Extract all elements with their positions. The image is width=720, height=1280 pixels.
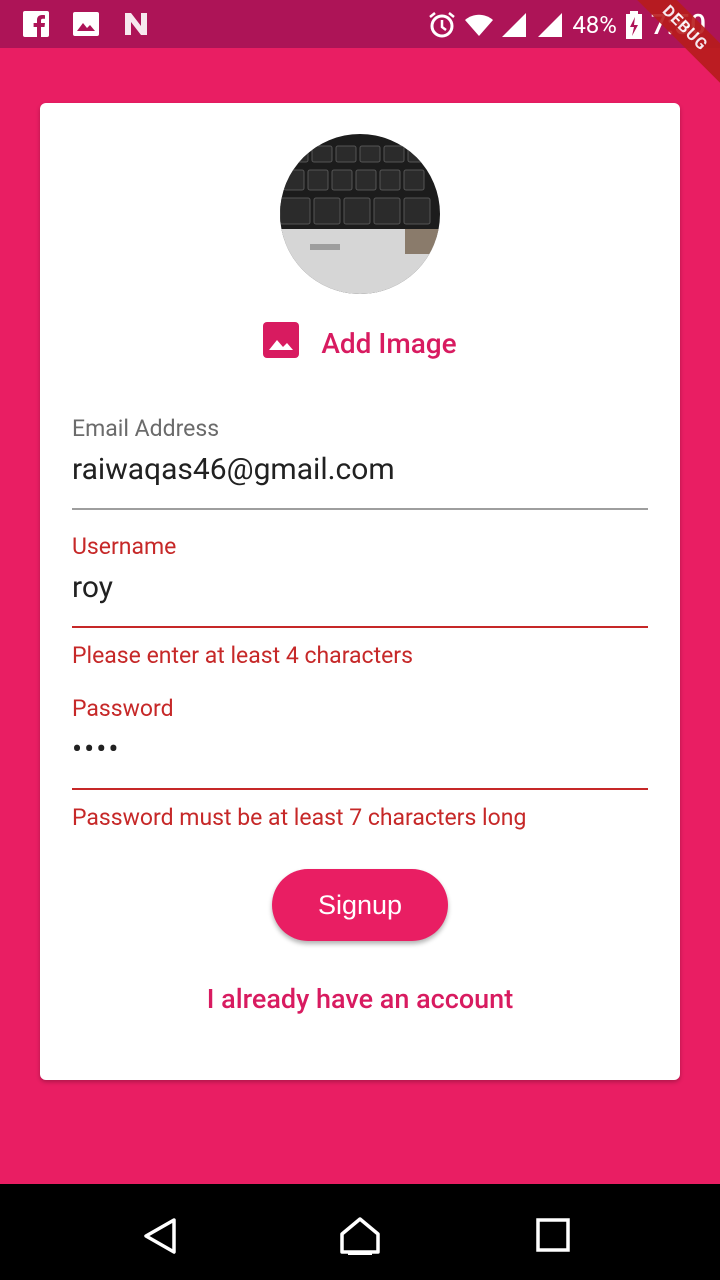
username-error: Please enter at least 4 characters (72, 642, 413, 669)
login-link[interactable]: I already have an account (40, 983, 680, 1015)
username-field[interactable]: Username roy (72, 533, 648, 629)
email-label: Email Address (72, 415, 220, 442)
wifi-icon (464, 11, 494, 39)
back-icon[interactable] (140, 1216, 180, 1256)
facebook-icon (22, 10, 50, 38)
email-field[interactable]: Email Address raiwaqas46@gmail.com (72, 415, 648, 511)
signup-button[interactable]: Signup (272, 869, 448, 941)
password-input[interactable]: •••• (72, 732, 648, 767)
add-image-button[interactable]: Add Image (40, 321, 680, 365)
alarm-icon (428, 11, 456, 39)
signal-icon (536, 11, 564, 39)
image-icon (72, 10, 100, 38)
status-bar: 48% 7:50 DEBUG (0, 0, 720, 91)
signup-card: Add Image Email Address raiwaqas46@gmail… (40, 103, 680, 1080)
add-image-label: Add Image (321, 326, 457, 360)
password-field[interactable]: Password •••• (72, 695, 648, 791)
password-underline (72, 788, 648, 790)
username-underline (72, 626, 648, 628)
email-input[interactable]: raiwaqas46@gmail.com (72, 452, 648, 487)
username-label: Username (72, 533, 177, 560)
username-input[interactable]: roy (72, 570, 648, 605)
home-icon[interactable] (340, 1216, 380, 1256)
battery-percent: 48% (572, 10, 617, 39)
password-error: Password must be at least 7 characters l… (72, 804, 527, 831)
signal-icon (500, 11, 528, 39)
email-underline (72, 508, 648, 510)
battery-charging-icon (625, 10, 643, 39)
n-app-icon (122, 10, 150, 38)
recents-icon[interactable] (534, 1216, 574, 1256)
password-label: Password (72, 695, 174, 722)
navigation-bar (0, 1184, 720, 1280)
image-icon (263, 321, 300, 365)
avatar[interactable] (280, 134, 440, 294)
